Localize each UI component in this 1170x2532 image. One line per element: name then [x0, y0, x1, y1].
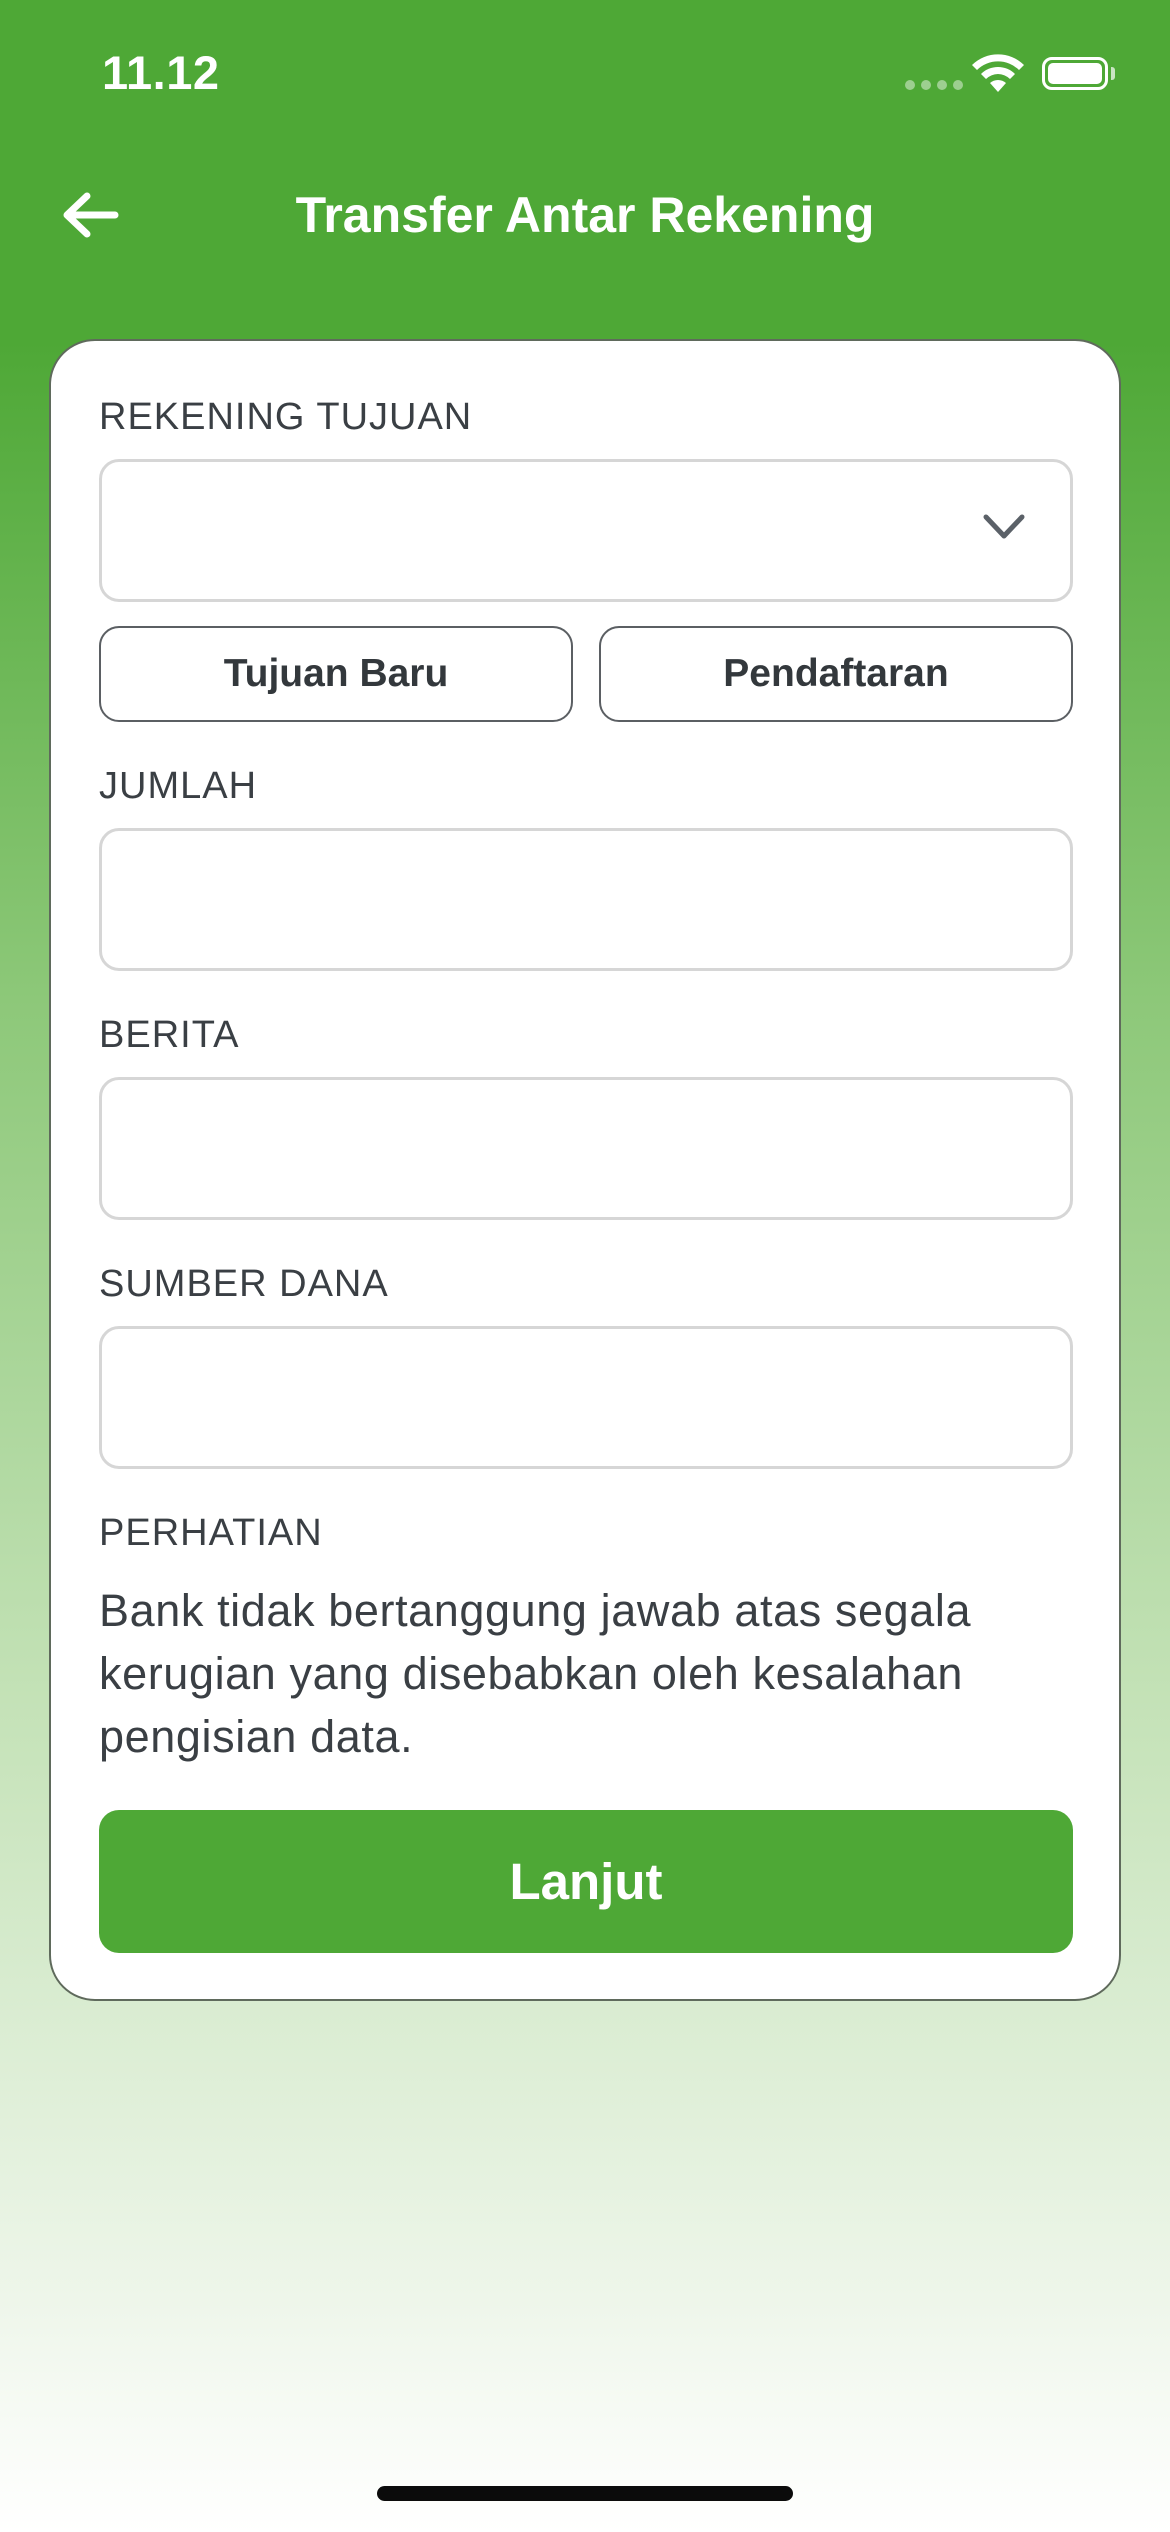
page-title: Transfer Antar Rekening: [295, 187, 875, 243]
status-bar: 11.12: [0, 0, 1170, 140]
message-input[interactable]: [99, 1077, 1073, 1220]
battery-icon: [1042, 57, 1108, 90]
continue-button[interactable]: Lanjut: [99, 1810, 1073, 1953]
destination-account-label: REKENING TUJUAN: [99, 396, 473, 438]
wifi-icon: [972, 54, 1024, 92]
notice-text: Bank tidak bertanggung jawab atas segala…: [99, 1585, 972, 1762]
destination-account-dropdown[interactable]: [99, 459, 1073, 602]
chevron-down-icon: [983, 514, 1025, 539]
status-time: 11.12: [102, 46, 220, 99]
source-of-funds-label: SUMBER DANA: [99, 1263, 389, 1305]
source-of-funds-input[interactable]: [99, 1326, 1073, 1469]
message-label: BERITA: [99, 1014, 240, 1056]
cellular-signal-icon: [905, 80, 963, 90]
registration-button[interactable]: Pendaftaran: [599, 626, 1073, 722]
amount-input[interactable]: [99, 828, 1073, 971]
app-header: Transfer Antar Rekening: [0, 160, 1170, 270]
amount-label: JUMLAH: [99, 765, 258, 807]
notice-label: PERHATIAN: [99, 1512, 323, 1554]
home-indicator[interactable]: [377, 2486, 793, 2501]
transfer-form-card: REKENING TUJUAN Tujuan Baru Pendaftaran …: [49, 339, 1121, 2001]
new-destination-button[interactable]: Tujuan Baru: [99, 626, 573, 722]
battery-tip: [1111, 67, 1115, 80]
